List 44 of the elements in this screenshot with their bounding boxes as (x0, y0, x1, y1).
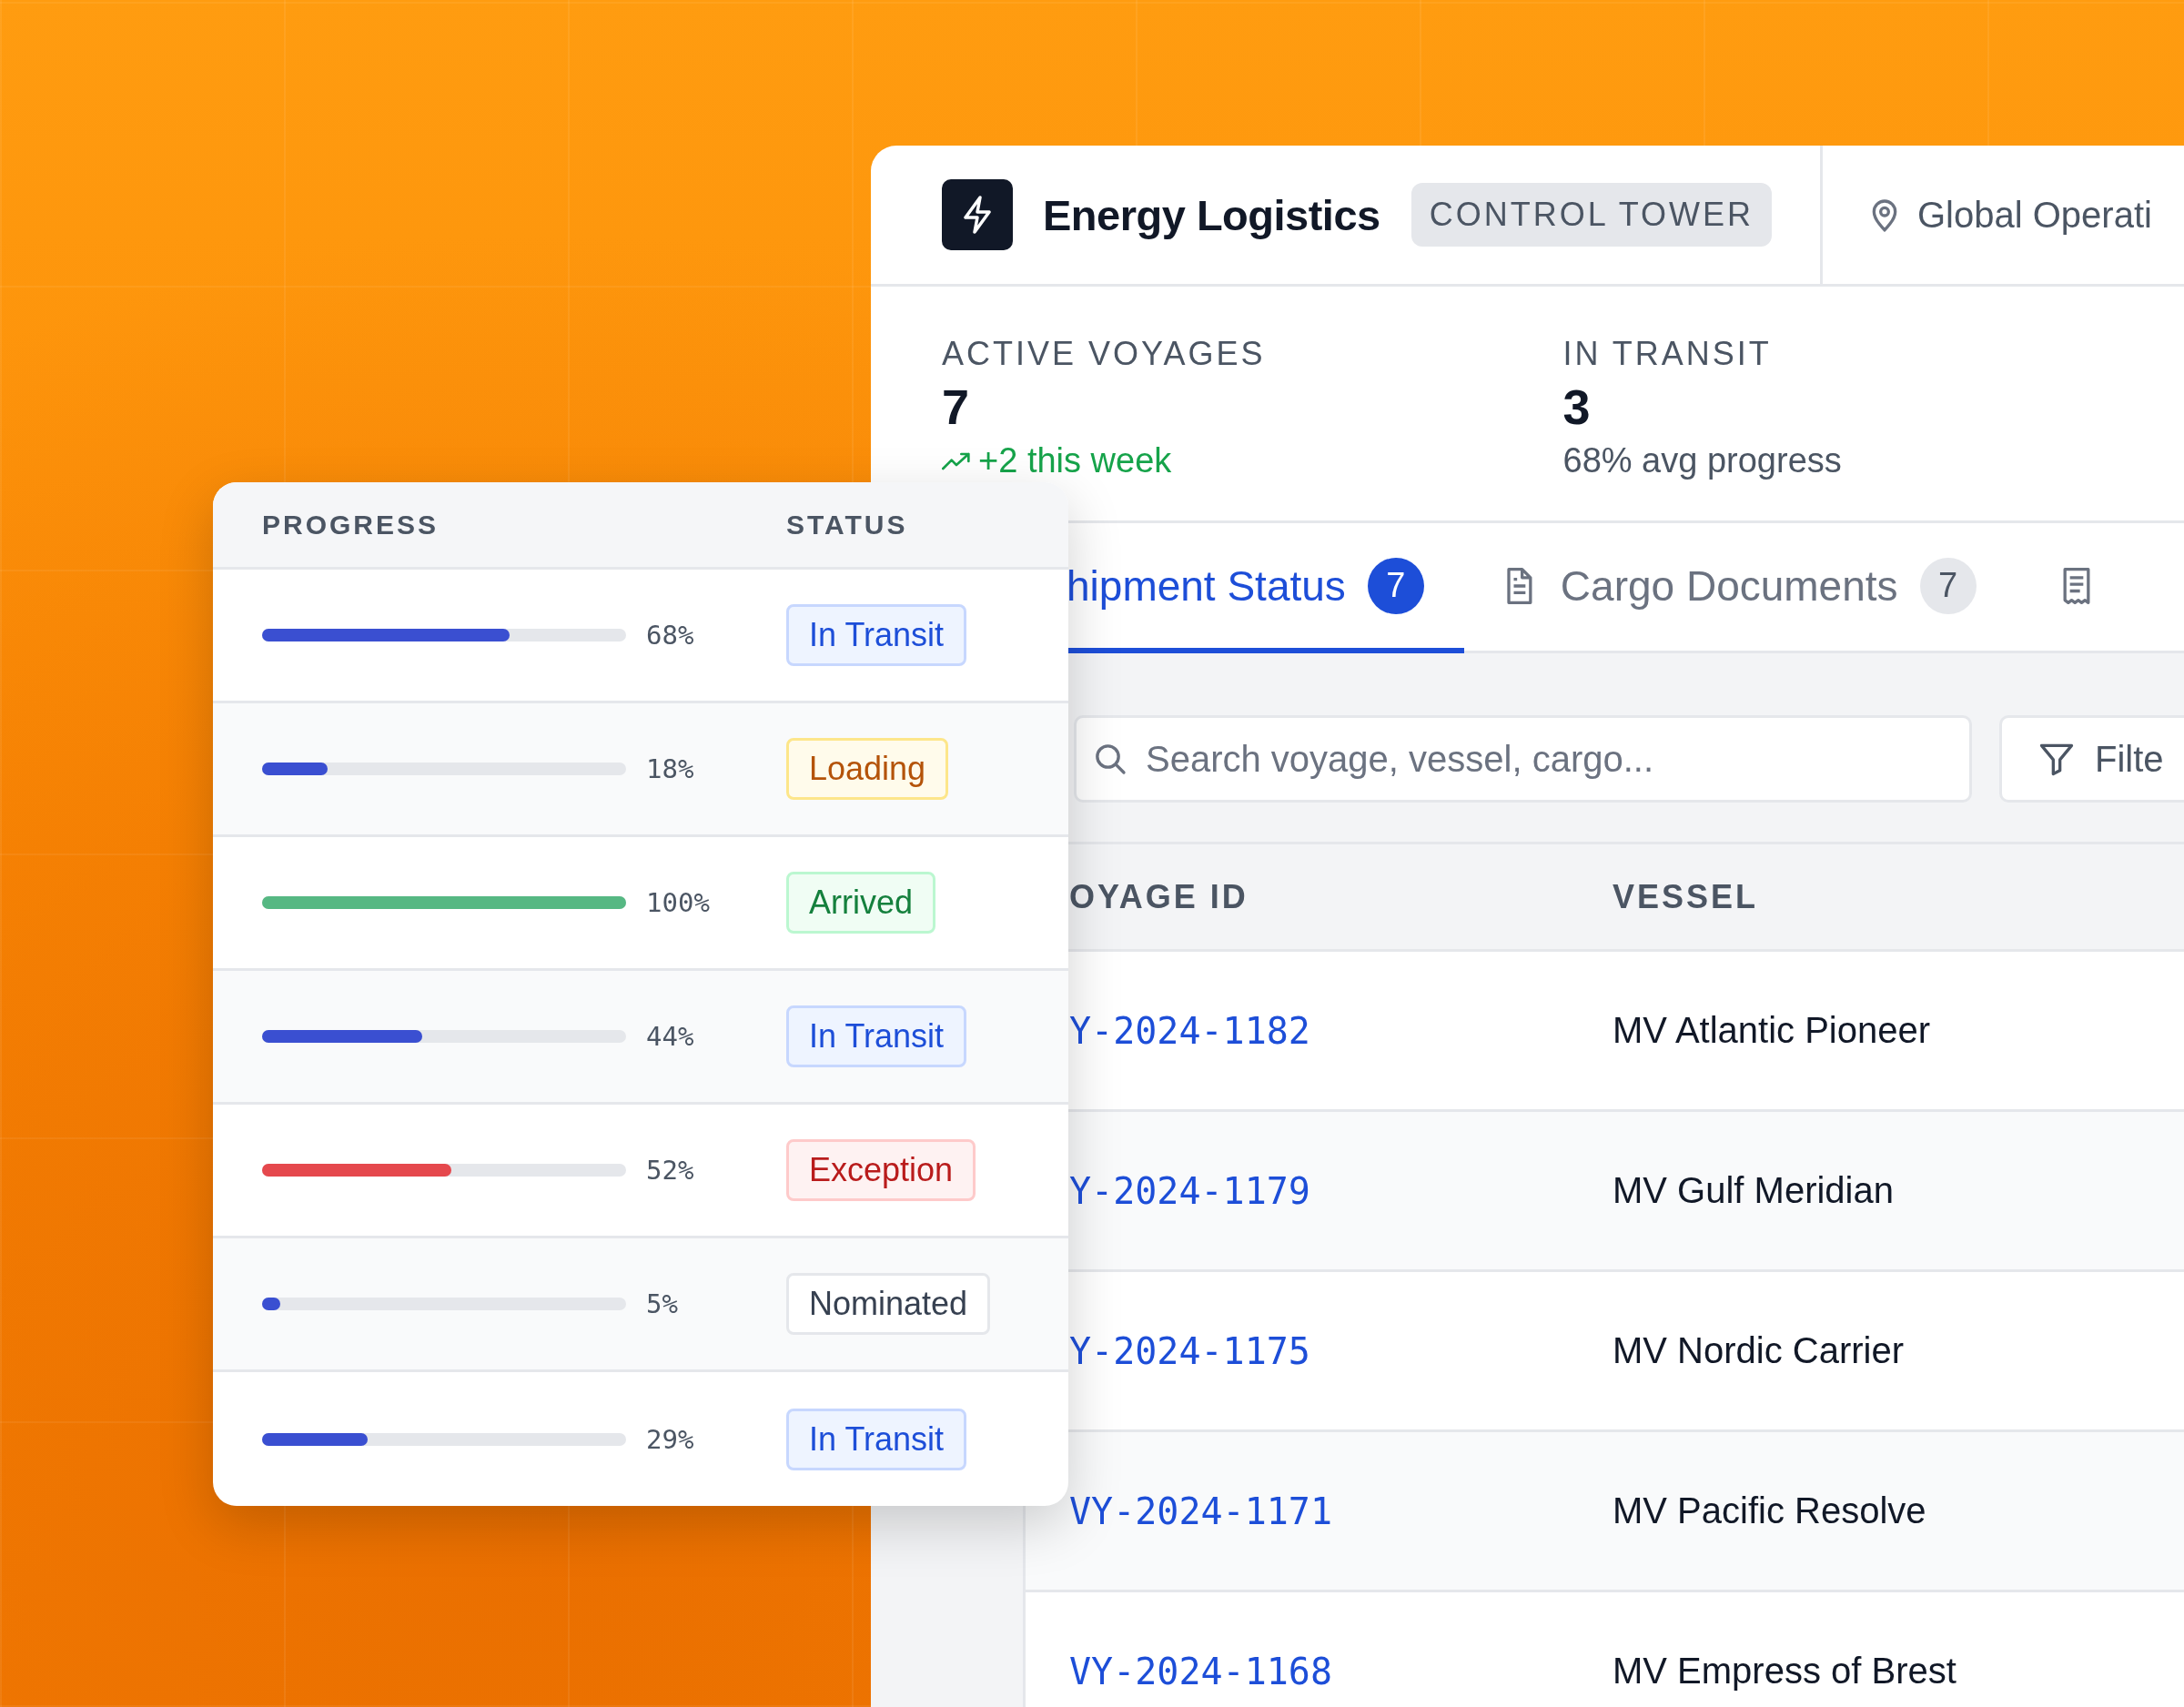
progress-reading: 5% (646, 1288, 679, 1319)
trend-up-icon (942, 450, 971, 471)
location-label[interactable]: Global Operati (1917, 194, 2152, 236)
progress-reading: 52% (646, 1155, 695, 1186)
tab[interactable]: Cargo Documents 7 (1498, 523, 2022, 653)
voyage-id-link[interactable]: Y-2024-1182 (1069, 1009, 1613, 1052)
search-field[interactable]: Search voyage, vessel, cargo... (1074, 715, 1972, 803)
stat-note: +2 this week (978, 441, 1172, 480)
status-badge: Nominated (786, 1273, 991, 1335)
app-title: Energy Logistics (1043, 189, 1380, 240)
stat-value: 3 (1562, 379, 1592, 436)
voyage-id-link[interactable]: VY-2024-1168 (1069, 1650, 1613, 1692)
status-badge: In Transit (786, 604, 967, 666)
stat-label: ACTIVE VOYAGES (942, 334, 1267, 374)
progress-reading: 100% (646, 887, 711, 918)
voyage-id-link[interactable]: VY-2024-1171 (1069, 1490, 1613, 1532)
count-badge: 7 (1919, 557, 1977, 614)
stat-note: 68% avg progress (1562, 441, 1842, 480)
column-header: VESSEL (1613, 877, 1760, 916)
progress-reading: 18% (646, 753, 695, 784)
status-badge: Exception (786, 1139, 976, 1201)
filter-button[interactable]: Filte (1999, 715, 2184, 803)
status-badge: Loading (786, 738, 949, 800)
vessel-cell: MV Nordic Carrier (1613, 1330, 1905, 1371)
vessel-cell: MV Gulf Meridian (1613, 1170, 1894, 1211)
progress-reading: 29% (646, 1423, 695, 1455)
voyage-id-link[interactable]: Y-2024-1175 (1069, 1329, 1613, 1372)
column-header: PROGRESS (262, 509, 440, 540)
column-header: OYAGE ID (1069, 877, 1249, 916)
lightning-logo-icon (942, 179, 1013, 250)
vessel-cell: MV Empress of Brest (1613, 1651, 1956, 1692)
vessel-cell: MV Pacific Resolve (1613, 1490, 1926, 1531)
vessel-cell: MV Atlantic Pioneer (1613, 1010, 1931, 1051)
column-header: STATUS (786, 509, 908, 540)
stat-value: 7 (942, 379, 971, 436)
status-badge: In Transit (786, 1005, 967, 1067)
status-badge: In Transit (786, 1408, 967, 1470)
count-badge: 7 (1367, 557, 1424, 614)
status-badge: Arrived (786, 872, 936, 934)
progress-reading: 44% (646, 1021, 695, 1052)
progress-reading: 68% (646, 620, 695, 651)
stat-label: IN TRANSIT (1562, 334, 1773, 374)
voyage-id-link[interactable]: Y-2024-1179 (1069, 1169, 1613, 1212)
product-badge: CONTROL TOWER (1410, 183, 1773, 247)
